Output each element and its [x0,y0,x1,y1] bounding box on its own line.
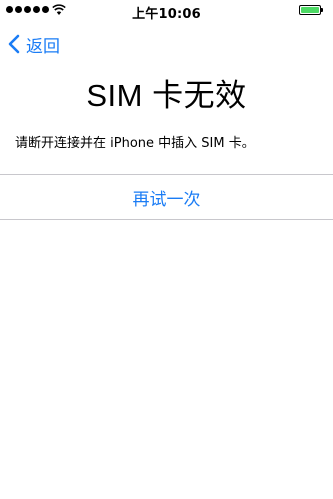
battery-icon [299,5,325,16]
divider-bottom [0,219,333,220]
instruction-text: 请断开连接并在 iPhone 中插入 SIM 卡。 [15,136,255,151]
page-title: SIM 卡无效 [86,78,247,113]
status-bar: 上午10:06 [0,0,333,22]
retry-button[interactable]: 再试一次 [0,175,333,219]
chevron-left-icon [8,34,20,54]
back-button[interactable]: 返回 [8,33,60,57]
back-label: 返回 [26,36,60,57]
status-time: 上午10:06 [132,7,201,22]
